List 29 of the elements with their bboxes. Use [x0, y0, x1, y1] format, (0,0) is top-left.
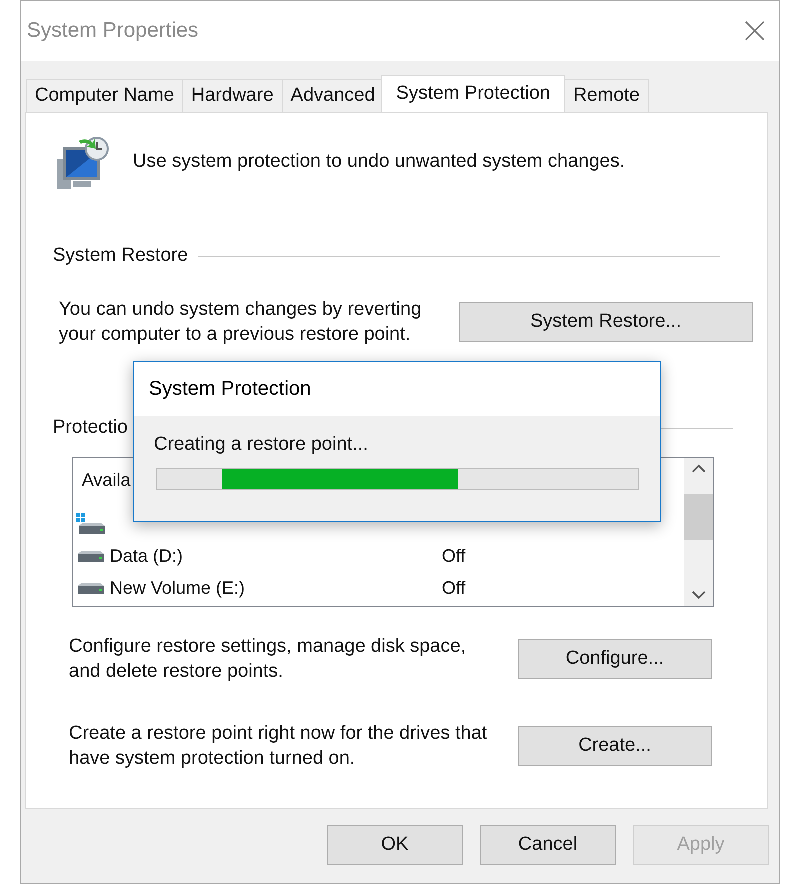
window-title: System Properties [27, 19, 199, 43]
dialog-button[interactable]: Cancel [480, 825, 616, 865]
drive-name[interactable]: New Volume (E:) [110, 578, 442, 598]
scroll-up-icon[interactable] [692, 464, 706, 473]
create-description: Create a restore point right now for the drives that have system protection turned on. [69, 722, 488, 771]
configure-description: Configure restore settings, manage disk space, and delete restore points. [69, 635, 468, 684]
drive-icon [78, 582, 104, 594]
restore-description: You can undo system changes by reverting your computer to a previous restore point. [59, 298, 423, 347]
dialog-title: System Protection [149, 378, 312, 400]
configure-button[interactable]: Configure... [518, 639, 712, 679]
protection-status: Off [442, 546, 466, 566]
dialog-button[interactable]: OK [327, 825, 463, 865]
drive-icon [78, 550, 104, 562]
create-button[interactable]: Create... [518, 726, 712, 766]
tab[interactable]: System Protection [381, 75, 566, 112]
progress-message: Creating a restore point... [154, 434, 368, 456]
system-drive-icon [76, 513, 106, 535]
protection-status: Off [442, 578, 466, 598]
group-heading: System Restore [53, 245, 188, 267]
scroll-down-icon[interactable] [692, 591, 706, 600]
group-heading: Protectio [53, 417, 128, 439]
tab[interactable]: Remote [564, 79, 649, 112]
column-header: Availa [82, 470, 131, 490]
system-restore-button[interactable]: System Restore... [459, 302, 753, 342]
close-icon[interactable] [745, 21, 765, 41]
scrollbar-thumb[interactable] [684, 494, 713, 540]
drive-name[interactable]: Data (D:) [110, 546, 442, 566]
tab[interactable]: Computer Name [26, 79, 184, 112]
intro-text: Use system protection to undo unwanted system changes. [133, 151, 626, 173]
